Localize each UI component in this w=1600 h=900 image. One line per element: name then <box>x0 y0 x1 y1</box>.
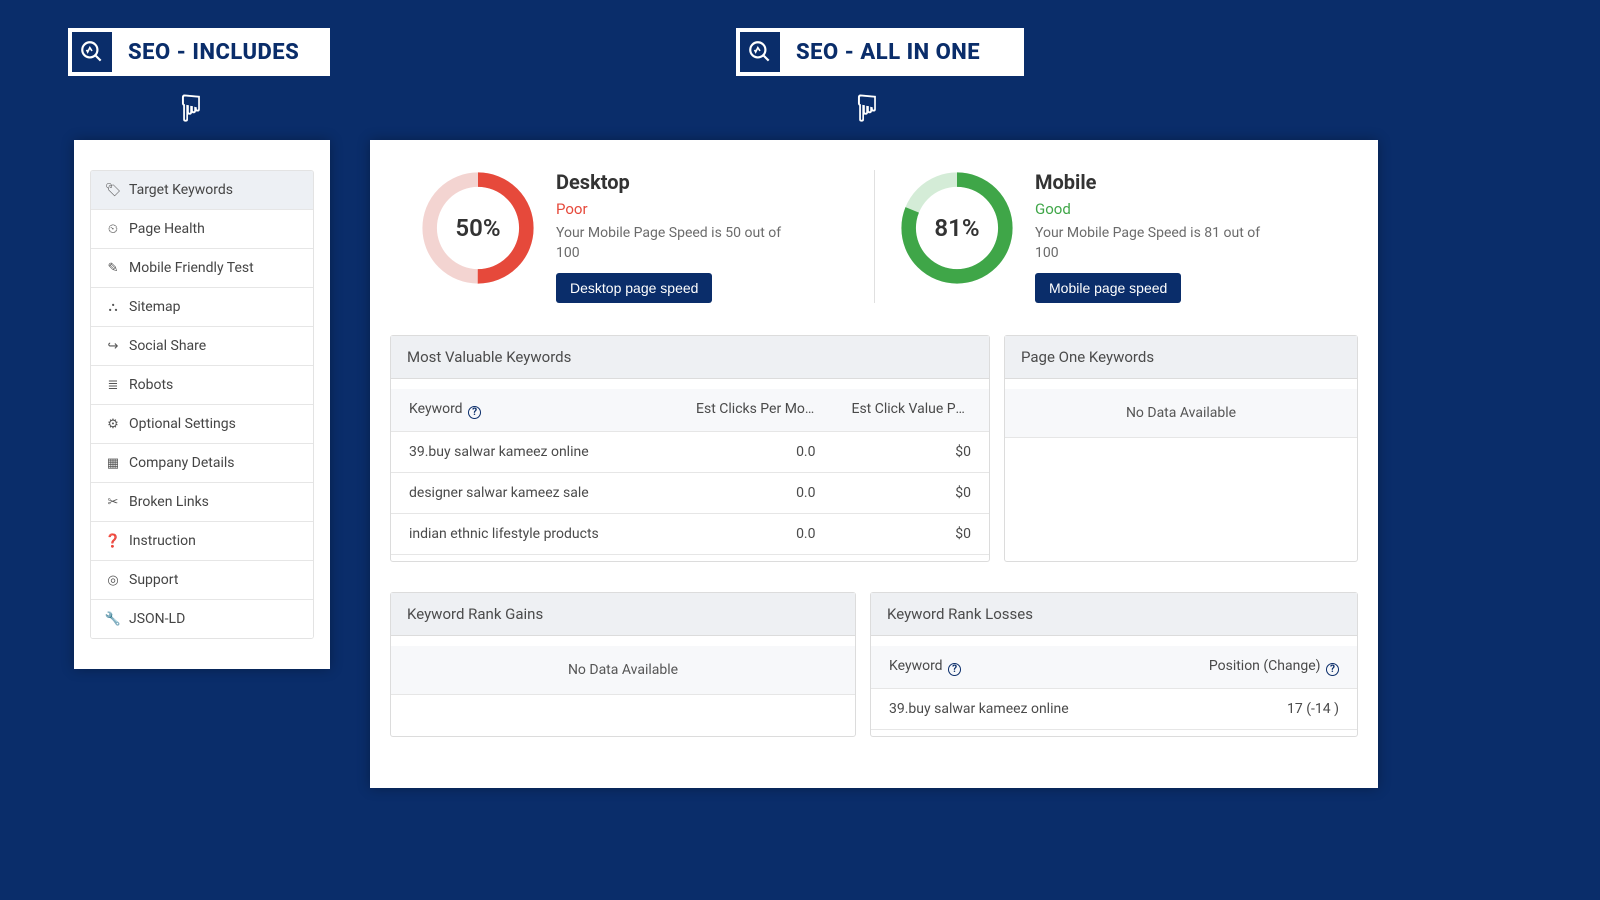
sidebar-item-label: Sitemap <box>129 299 180 315</box>
table-row: indian ethnic lifestyle products0.0$0 <box>391 514 989 555</box>
banner-seo-all-in-one: SEO - ALL IN ONE <box>736 28 1024 76</box>
banner-right-text: SEO - ALL IN ONE <box>796 40 980 65</box>
panel-title: Most Valuable Keywords <box>391 336 989 379</box>
mobile-page-speed-button[interactable]: Mobile page speed <box>1035 273 1181 303</box>
sidebar-item-social-share[interactable]: ↪ Social Share <box>91 327 313 366</box>
panel-title: Page One Keywords <box>1005 336 1357 379</box>
calendar-icon: ▦ <box>105 455 121 471</box>
table-row: 39.buy salwar kameez online17 (-14 ) <box>871 689 1357 730</box>
sidebar-item-sitemap[interactable]: ⛬ Sitemap <box>91 288 313 327</box>
cell-keyword: designer salwar kameez sale <box>391 473 678 514</box>
cell-keyword: 39.buy salwar kameez online <box>391 432 678 473</box>
mobile-title: Mobile <box>1035 170 1275 194</box>
desktop-speed-block: 50% Desktop Poor Your Mobile Page Speed … <box>390 170 874 303</box>
mvk-col-clicks: Est Clicks Per Mo ? <box>678 389 833 432</box>
no-data-message: No Data Available <box>1005 389 1357 438</box>
seo-logo-icon <box>72 32 112 72</box>
unlink-icon: ✂ <box>105 494 121 510</box>
sidebar-item-mobile-friendly-test[interactable]: ✎ Mobile Friendly Test <box>91 249 313 288</box>
banner-left-text: SEO - INCLUDES <box>128 40 299 65</box>
mvk-table: Keyword ? Est Clicks Per Mo ? Est Click … <box>391 389 989 555</box>
desktop-speed-gauge: 50% <box>420 170 536 286</box>
page-one-keywords-panel: Page One Keywords No Data Available <box>1004 335 1358 562</box>
sidebar-item-optional-settings[interactable]: ⚙ Optional Settings <box>91 405 313 444</box>
sidebar-item-broken-links[interactable]: ✂ Broken Links <box>91 483 313 522</box>
help-icon[interactable]: ? <box>468 406 481 419</box>
edit-icon: ✎ <box>105 260 121 276</box>
mobile-speed-block: 81% Mobile Good Your Mobile Page Speed i… <box>874 170 1358 303</box>
desktop-page-speed-button[interactable]: Desktop page speed <box>556 273 712 303</box>
banner-seo-includes: SEO - INCLUDES <box>68 28 330 76</box>
life-ring-icon: ◎ <box>105 572 121 588</box>
cell-position: 17 (-14 ) <box>1163 689 1357 730</box>
sidebar-item-target-keywords[interactable]: 🏷 Target Keywords <box>91 171 313 210</box>
table-row: designer salwar kameez sale0.0$0 <box>391 473 989 514</box>
mobile-speed-percent: 81% <box>899 170 1015 286</box>
sidebar-item-label: Optional Settings <box>129 416 236 432</box>
mobile-desc: Your Mobile Page Speed is 81 out of 100 <box>1035 224 1275 263</box>
mvk-col-value: Est Click Value Per Mo ? <box>834 389 990 432</box>
cell-value: $0 <box>834 514 990 555</box>
desktop-speed-percent: 50% <box>420 170 536 286</box>
sidebar-item-label: Support <box>129 572 178 588</box>
losses-table: Keyword ? Position (Change) ? 39.buy sal… <box>871 646 1357 730</box>
sidebar-item-support[interactable]: ◎ Support <box>91 561 313 600</box>
gear-icon: ⚙ <box>105 416 121 432</box>
help-icon: ❓ <box>105 533 121 549</box>
sidebar-item-label: Company Details <box>129 455 235 471</box>
sidebar-item-label: Broken Links <box>129 494 209 510</box>
help-icon[interactable]: ? <box>948 663 961 676</box>
desktop-status: Poor <box>556 200 796 218</box>
most-valuable-keywords-panel: Most Valuable Keywords Keyword ? Est Cli… <box>390 335 990 562</box>
no-data-message: No Data Available <box>391 646 855 695</box>
cell-keyword: indian ethnic lifestyle products <box>391 514 678 555</box>
sidebar-item-page-health[interactable]: ⏲ Page Health <box>91 210 313 249</box>
keyword-rank-losses-panel: Keyword Rank Losses Keyword ? Position (… <box>870 592 1358 737</box>
sidebar-item-label: Social Share <box>129 338 206 354</box>
main-panel: 50% Desktop Poor Your Mobile Page Speed … <box>370 140 1378 788</box>
sidebar-item-label: Instruction <box>129 533 196 549</box>
cell-clicks: 0.0 <box>678 432 833 473</box>
table-row: 39.buy salwar kameez online0.0$0 <box>391 432 989 473</box>
page-root: SEO - INCLUDES ☟ SEO - ALL IN ONE ☟ 🏷 Tar… <box>0 0 1600 900</box>
sidebar-item-label: Mobile Friendly Test <box>129 260 254 276</box>
sidebar-item-label: Target Keywords <box>129 182 233 198</box>
sidebar-panel: 🏷 Target Keywords ⏲ Page Health ✎ Mobile Frie… <box>74 140 330 669</box>
seo-logo-icon <box>740 32 780 72</box>
losses-col-position: Position (Change) ? <box>1163 646 1357 689</box>
tag-icon: 🏷 <box>105 182 121 198</box>
mvk-col-keyword: Keyword ? <box>391 389 678 432</box>
page-speed-row: 50% Desktop Poor Your Mobile Page Speed … <box>390 170 1358 303</box>
panel-title: Keyword Rank Gains <box>391 593 855 636</box>
sidebar-item-label: JSON-LD <box>129 611 185 627</box>
sidebar-item-instruction[interactable]: ❓ Instruction <box>91 522 313 561</box>
sitemap-icon: ⛬ <box>105 299 121 315</box>
wrench-icon: 🔧 <box>105 611 121 627</box>
losses-col-keyword: Keyword ? <box>871 646 1163 689</box>
sidebar-item-company-details[interactable]: ▦ Company Details <box>91 444 313 483</box>
desktop-title: Desktop <box>556 170 796 194</box>
cell-value: $0 <box>834 473 990 514</box>
cell-clicks: 0.0 <box>678 473 833 514</box>
panel-title: Keyword Rank Losses <box>871 593 1357 636</box>
mobile-status: Good <box>1035 200 1275 218</box>
sidebar-item-label: Page Health <box>129 221 205 237</box>
share-icon: ↪ <box>105 338 121 354</box>
sidebar-item-label: Robots <box>129 377 173 393</box>
list-icon: ≣ <box>105 377 121 393</box>
cell-value: $0 <box>834 432 990 473</box>
sidebar-item-robots[interactable]: ≣ Robots <box>91 366 313 405</box>
speed-icon: ⏲ <box>105 221 121 237</box>
pointer-down-icon: ☟ <box>856 88 878 130</box>
cell-clicks: 0.0 <box>678 514 833 555</box>
sidebar-item-json-ld[interactable]: 🔧 JSON-LD <box>91 600 313 638</box>
sidebar-list: 🏷 Target Keywords ⏲ Page Health ✎ Mobile Frie… <box>90 170 314 639</box>
help-icon[interactable]: ? <box>1326 663 1339 676</box>
pointer-down-icon: ☟ <box>180 88 202 130</box>
desktop-desc: Your Mobile Page Speed is 50 out of 100 <box>556 224 796 263</box>
mobile-speed-gauge: 81% <box>899 170 1015 286</box>
keyword-rank-gains-panel: Keyword Rank Gains No Data Available <box>390 592 856 737</box>
cell-keyword: 39.buy salwar kameez online <box>871 689 1163 730</box>
